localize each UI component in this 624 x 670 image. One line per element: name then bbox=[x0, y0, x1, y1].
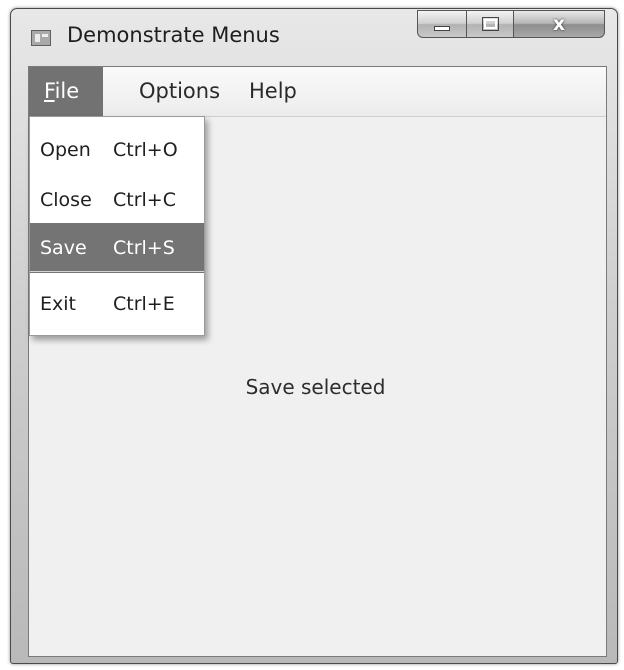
status-message: Save selected bbox=[245, 375, 386, 399]
maximize-icon bbox=[482, 17, 499, 31]
menu-file-label-rest: ile bbox=[54, 79, 80, 103]
window-app-icon[interactable] bbox=[31, 30, 51, 46]
client-area: File Options Help Open Ctrl+O Close Ctrl… bbox=[28, 66, 607, 657]
menu-item-save[interactable]: Save Ctrl+S bbox=[30, 223, 204, 273]
close-button[interactable]: x bbox=[513, 10, 605, 38]
minimize-icon bbox=[434, 26, 450, 31]
menu-item-exit-shortcut: Ctrl+E bbox=[113, 293, 175, 315]
maximize-button[interactable] bbox=[466, 10, 514, 38]
menu-file-mnemonic: F bbox=[44, 79, 55, 103]
menu-help[interactable]: Help bbox=[233, 67, 313, 116]
menu-item-close-shortcut: Ctrl+C bbox=[113, 189, 176, 211]
menu-bar: File Options Help bbox=[29, 67, 606, 117]
title-bar[interactable]: Demonstrate Menus x bbox=[11, 9, 617, 65]
menu-separator bbox=[30, 271, 204, 272]
menu-item-open-shortcut: Ctrl+O bbox=[113, 139, 178, 161]
file-menu-dropdown: Open Ctrl+O Close Ctrl+C Save Ctrl+S Exi… bbox=[29, 116, 205, 336]
menu-item-open[interactable]: Open Ctrl+O bbox=[30, 125, 204, 175]
menu-file[interactable]: File bbox=[29, 67, 103, 116]
menu-item-save-label: Save bbox=[40, 237, 87, 259]
menu-item-save-shortcut: Ctrl+S bbox=[113, 237, 175, 259]
menu-item-exit-label: Exit bbox=[40, 293, 76, 315]
minimize-button[interactable] bbox=[417, 10, 467, 38]
menu-options[interactable]: Options bbox=[123, 67, 236, 116]
menu-item-open-label: Open bbox=[40, 139, 91, 161]
close-icon: x bbox=[552, 13, 566, 35]
menu-item-close[interactable]: Close Ctrl+C bbox=[30, 175, 204, 225]
app-window: Demonstrate Menus x File Options Help Op… bbox=[10, 8, 618, 664]
menu-item-close-label: Close bbox=[40, 189, 92, 211]
menu-item-exit[interactable]: Exit Ctrl+E bbox=[30, 279, 204, 329]
window-title: Demonstrate Menus bbox=[67, 23, 280, 47]
